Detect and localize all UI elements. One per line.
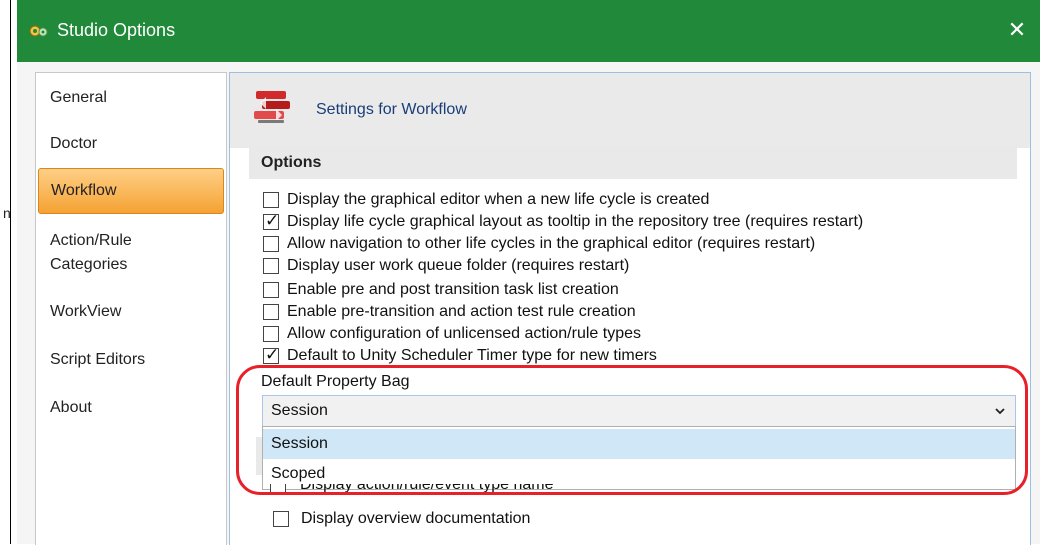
background-divider xyxy=(10,0,11,544)
checkbox[interactable] xyxy=(263,258,279,274)
checkbox[interactable] xyxy=(263,282,279,298)
workflow-icon xyxy=(254,91,290,123)
sidebar-item-label-line2: Categories xyxy=(50,256,128,273)
option-label: Display action/rule/event type name xyxy=(300,484,554,493)
sidebar-item-label: Workflow xyxy=(51,182,117,199)
sidebar-item-label: Doctor xyxy=(50,135,98,152)
sidebar-item-about[interactable]: About xyxy=(36,395,226,421)
option-label: Allow navigation to other life cycles in… xyxy=(287,235,816,252)
checkmark-icon: ✓ xyxy=(265,211,280,230)
settings-header: Settings for Workflow xyxy=(230,73,1030,148)
checkbox[interactable] xyxy=(263,304,279,320)
checkbox[interactable] xyxy=(263,236,279,252)
property-bag-select[interactable]: Session xyxy=(262,395,1016,427)
sidebar-item-workflow[interactable]: Workflow xyxy=(38,168,224,214)
option-label: Allow configuration of unlicensed action… xyxy=(287,325,641,342)
checkbox[interactable] xyxy=(263,326,279,342)
property-bag-dropdown-list: Session Scoped xyxy=(262,426,1016,490)
options-header-label: Options xyxy=(261,154,322,171)
dropdown-option-label: Session xyxy=(271,435,328,452)
chevron-down-icon xyxy=(995,408,1005,415)
option-label: Enable pre-transition and action test ru… xyxy=(287,303,636,320)
sidebar-item-label: Action/Rule xyxy=(50,232,132,249)
dropdown-option-label: Scoped xyxy=(271,465,326,482)
sidebar-item-doctor[interactable]: Doctor xyxy=(36,131,226,157)
checkbox[interactable]: ✓ xyxy=(263,345,280,364)
window-title: Studio Options xyxy=(57,20,176,40)
option-label: Default to Unity Scheduler Timer type fo… xyxy=(287,347,657,364)
sidebar-item-label: General xyxy=(50,89,107,106)
checkbox[interactable] xyxy=(263,192,279,208)
close-icon[interactable]: ✕ xyxy=(994,10,1040,50)
checkbox[interactable] xyxy=(273,511,289,527)
sidebar-item-workview[interactable]: WorkView xyxy=(36,299,226,325)
option-label: Display overview documentation xyxy=(301,510,531,527)
checkmark-icon: ✓ xyxy=(265,345,280,364)
property-bag-label: Default Property Bag xyxy=(261,373,410,390)
option-label: Display user work queue folder (requires… xyxy=(287,257,630,274)
dropdown-option-session[interactable]: Session xyxy=(263,429,1015,459)
title-bar[interactable]: Studio Options ✕ xyxy=(17,0,1040,62)
sidebar-item-general[interactable]: General xyxy=(36,85,226,111)
sidebar-item-label: About xyxy=(50,399,92,416)
sidebar-item-label: Script Editors xyxy=(50,351,146,368)
sidebar-item-label: WorkView xyxy=(50,303,122,320)
settings-title: Settings for Workflow xyxy=(316,101,467,118)
option-label: Display the graphical editor when a new … xyxy=(287,191,710,208)
property-bag-selected-value: Session xyxy=(271,402,328,419)
option-label: Enable pre and post transition task list… xyxy=(287,281,619,298)
sidebar-item-script-editors[interactable]: Script Editors xyxy=(36,347,226,373)
option-display-type-name[interactable]: Display action/rule/event type name xyxy=(270,484,600,498)
options-sidebar: General Doctor Workflow Action/Rule Cate… xyxy=(35,72,227,545)
checkbox[interactable]: ✓ xyxy=(263,211,280,230)
sidebar-item-action-rule-categories[interactable]: Action/Rule Categories xyxy=(36,228,226,280)
options-section-header: Options xyxy=(249,146,1017,179)
gear-icon xyxy=(29,25,48,37)
background-text-fragment: n xyxy=(3,205,11,221)
option-label: Display life cycle graphical layout as t… xyxy=(287,213,864,230)
checkbox[interactable] xyxy=(270,484,286,494)
